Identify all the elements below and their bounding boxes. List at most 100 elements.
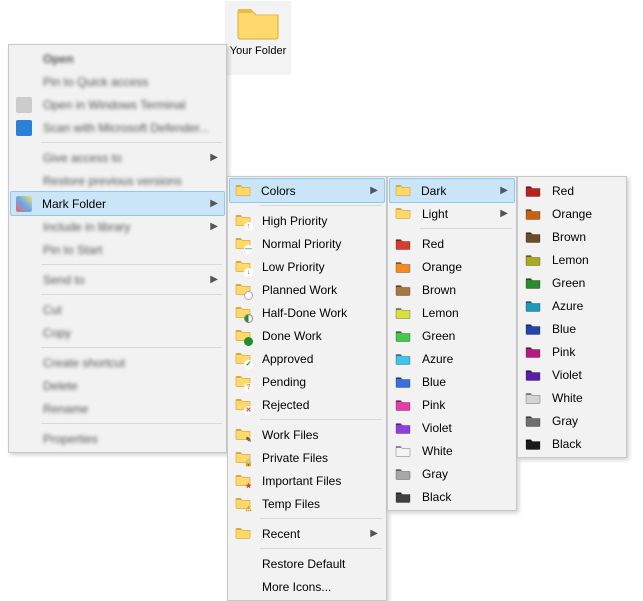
dark-color-orange[interactable]: Orange [520,202,624,225]
ctx-pin-start[interactable]: Pin to Start [11,238,224,261]
color-green[interactable]: Green [390,324,514,347]
folder-normal-priority-icon: — [235,236,251,252]
mark-folder-submenu: Colors▶ ↑High Priority —Normal Priority … [227,176,387,601]
dark-color-pink[interactable]: Pink [520,340,624,363]
color-orange[interactable]: Orange [390,255,514,278]
folder-icon [395,206,411,222]
dark-color-red[interactable]: Red [520,179,624,202]
ctx-restore-previous[interactable]: Restore previous versions [11,169,224,192]
mark-done-work[interactable]: Done Work [230,324,384,347]
ctx-delete[interactable]: Delete [11,374,224,397]
mark-important-files[interactable]: ★Important Files [230,469,384,492]
mark-normal-priority[interactable]: —Normal Priority [230,232,384,255]
colors-submenu: Dark▶ Light▶ RedOrangeBrownLemonGreenAzu… [387,176,517,511]
ctx-pin-quick-access[interactable]: Pin to Quick access [11,70,224,93]
desktop-folder[interactable]: Your Folder [225,1,291,75]
mark-half-done-work[interactable]: Half-Done Work [230,301,384,324]
dark-color-violet[interactable]: Violet [520,363,624,386]
folder-low-priority-icon: ↓ [235,259,251,275]
colors-light[interactable]: Light▶ [390,202,514,225]
ctx-open-terminal[interactable]: Open in Windows Terminal [11,93,224,116]
mark-low-priority[interactable]: ↓Low Priority [230,255,384,278]
mark-pending[interactable]: ?Pending [230,370,384,393]
dark-color-gray[interactable]: Gray [520,409,624,432]
dark-color-black[interactable]: Black [520,432,624,455]
color-brown[interactable]: Brown [390,278,514,301]
folder-gray-icon [395,466,411,482]
dark-colors-submenu: RedOrangeBrownLemonGreenAzureBluePinkVio… [517,176,627,458]
color-violet[interactable]: Violet [390,416,514,439]
dark-color-blue[interactable]: Blue [520,317,624,340]
folder-temp-icon: ⚠ [235,496,251,512]
color-azure[interactable]: Azure [390,347,514,370]
chevron-right-icon: ▶ [210,152,218,163]
ctx-cut[interactable]: Cut [11,298,224,321]
folder-blue-icon [525,321,541,337]
folder-pink-icon [525,344,541,360]
folder-lemon-icon [395,305,411,321]
separator [41,142,222,143]
folder-private-icon: 🔒 [235,450,251,466]
mark-rejected[interactable]: ✕Rejected [230,393,384,416]
mark-restore-default[interactable]: Restore Default [230,552,384,575]
color-pink[interactable]: Pink [390,393,514,416]
mark-recent[interactable]: Recent▶ [230,522,384,545]
folder-violet-icon [395,420,411,436]
mark-approved[interactable]: ✓Approved [230,347,384,370]
chevron-right-icon: ▶ [370,185,378,196]
ctx-copy[interactable]: Copy [11,321,224,344]
chevron-right-icon: ▶ [370,528,378,539]
ctx-send-to[interactable]: Send to▶ [11,268,224,291]
separator [260,419,382,420]
ctx-create-shortcut[interactable]: Create shortcut [11,351,224,374]
ctx-properties[interactable]: Properties [11,427,224,450]
terminal-icon [16,97,32,113]
folder-azure-icon [525,298,541,314]
folder-rejected-icon: ✕ [235,397,251,413]
folder-orange-icon [525,206,541,222]
color-blue[interactable]: Blue [390,370,514,393]
chevron-right-icon: ▶ [500,208,508,219]
dark-color-brown[interactable]: Brown [520,225,624,248]
folder-black-icon [395,489,411,505]
color-lemon[interactable]: Lemon [390,301,514,324]
ctx-include-library[interactable]: Include in library▶ [11,215,224,238]
folder-white-icon [395,443,411,459]
folder-approved-icon: ✓ [235,351,251,367]
folder-brown-icon [525,229,541,245]
folder-blue-icon [395,374,411,390]
mark-temp-files[interactable]: ⚠Temp Files [230,492,384,515]
dark-color-white[interactable]: White [520,386,624,409]
ctx-open[interactable]: Open [11,47,224,70]
dark-color-lemon[interactable]: Lemon [520,248,624,271]
color-red[interactable]: Red [390,232,514,255]
folder-icon [395,183,411,199]
folder-white-icon [525,390,541,406]
mark-more-icons[interactable]: More Icons... [230,575,384,598]
ctx-give-access[interactable]: Give access to▶ [11,146,224,169]
separator [260,518,382,519]
folder-done-icon [235,328,251,344]
mark-colors[interactable]: Colors▶ [229,178,385,203]
color-gray[interactable]: Gray [390,462,514,485]
separator [420,228,512,229]
color-white[interactable]: White [390,439,514,462]
mark-planned-work[interactable]: Planned Work [230,278,384,301]
separator [260,205,382,206]
ctx-scan-defender[interactable]: Scan with Microsoft Defender... [11,116,224,139]
mark-private-files[interactable]: 🔒Private Files [230,446,384,469]
folder-important-icon: ★ [235,473,251,489]
colors-dark[interactable]: Dark▶ [389,178,515,203]
mark-work-files[interactable]: ✎Work Files [230,423,384,446]
dark-color-azure[interactable]: Azure [520,294,624,317]
folder-red-icon [525,183,541,199]
folder-icon [235,526,251,542]
chevron-right-icon: ▶ [210,221,218,232]
mark-high-priority[interactable]: ↑High Priority [230,209,384,232]
separator [260,548,382,549]
mark-folder-icon [16,196,32,212]
ctx-rename[interactable]: Rename [11,397,224,420]
color-black[interactable]: Black [390,485,514,508]
dark-color-green[interactable]: Green [520,271,624,294]
ctx-mark-folder[interactable]: Mark Folder▶ [10,191,225,216]
